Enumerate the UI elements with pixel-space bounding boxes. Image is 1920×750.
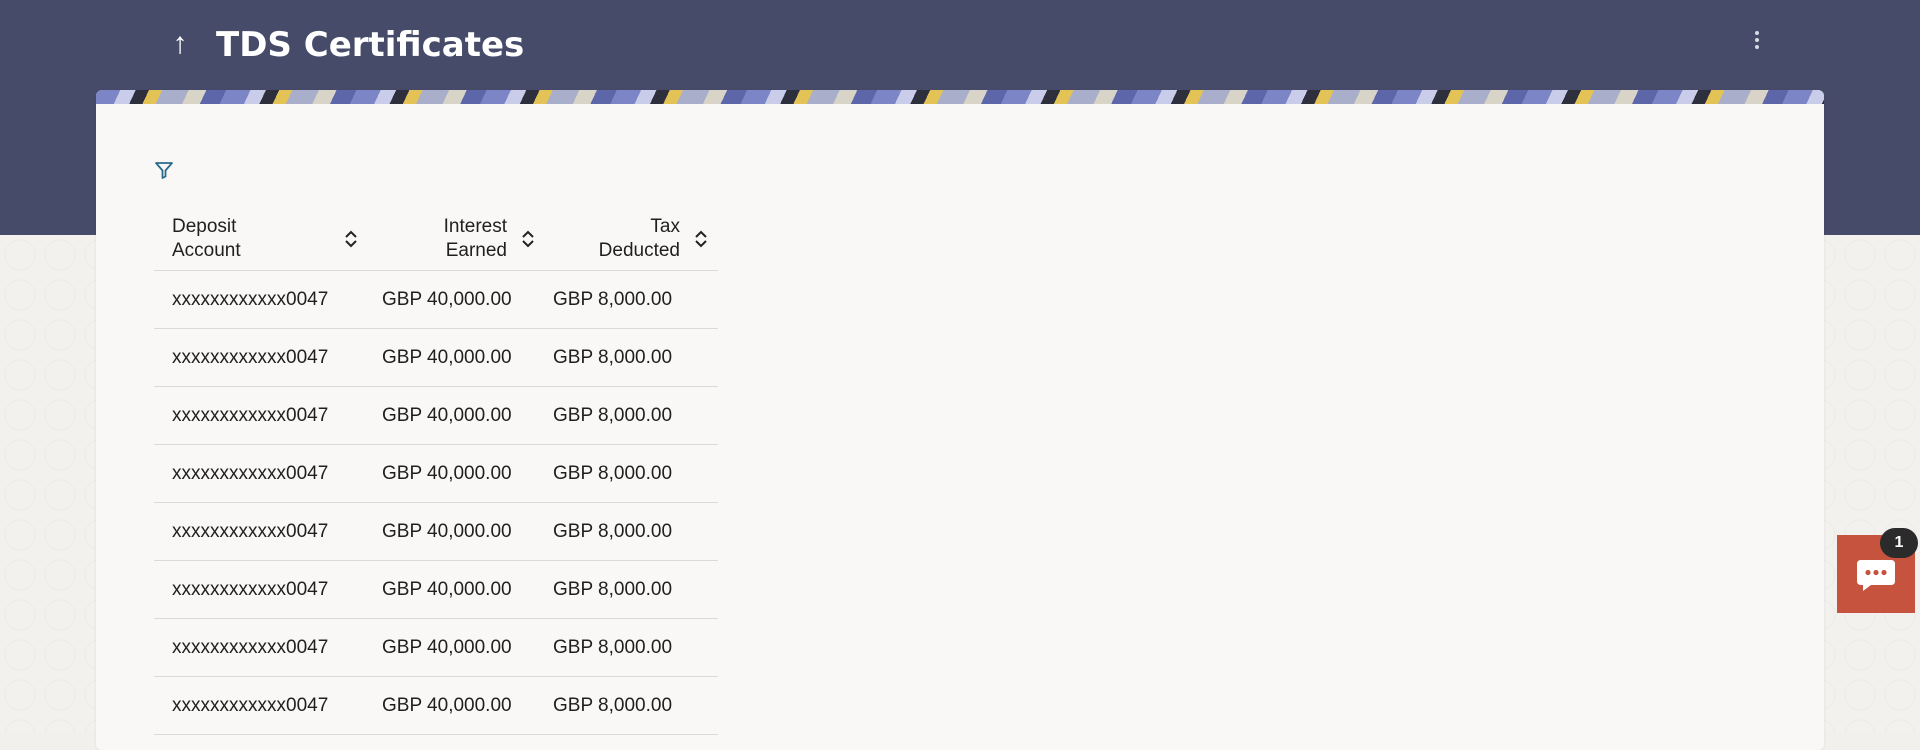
filter-icon[interactable] — [154, 160, 174, 180]
sort-icon[interactable] — [521, 229, 535, 249]
cell-tax-deducted: GBP 8,000.00 — [553, 270, 718, 329]
table-row[interactable]: xxxxxxxxxxxx0047 GBP 40,000.00 GBP 8,000… — [154, 618, 718, 677]
cell-interest-earned: GBP 40,000.00 — [382, 328, 553, 387]
table-row[interactable]: xxxxxxxxxxxx0047 GBP 40,000.00 GBP 8,000… — [154, 444, 718, 503]
kebab-menu-icon[interactable] — [1746, 28, 1768, 58]
cell-interest-earned: GBP 40,000.00 — [382, 386, 553, 445]
cell-deposit-account: xxxxxxxxxxxx0047 — [154, 560, 382, 619]
notification-badge: 1 — [1880, 528, 1918, 558]
cell-tax-deducted: GBP 8,000.00 — [553, 328, 718, 387]
header-label-line2: Earned — [445, 240, 507, 261]
cell-deposit-account: xxxxxxxxxxxx0047 — [154, 444, 382, 503]
table-header-row: Deposit Account Interest Earned Tax Dedu… — [154, 208, 718, 271]
table-row[interactable]: xxxxxxxxxxxx0047 GBP 40,000.00 GBP 8,000… — [154, 328, 718, 387]
cell-tax-deducted: GBP 8,000.00 — [553, 618, 718, 677]
table-row[interactable]: xxxxxxxxxxxx0047 GBP 40,000.00 GBP 8,000… — [154, 502, 718, 561]
header-label-line1: Interest — [443, 216, 507, 237]
content-card: Deposit Account Interest Earned Tax Dedu… — [96, 90, 1824, 750]
table-row[interactable]: xxxxxxxxxxxx0047 GBP 40,000.00 GBP 8,000… — [154, 386, 718, 445]
column-header-interest-earned[interactable]: Interest Earned — [382, 208, 553, 271]
cell-deposit-account: xxxxxxxxxxxx0047 — [154, 676, 382, 735]
cell-deposit-account: xxxxxxxxxxxx0047 — [154, 386, 382, 445]
header-label-line2: Account — [172, 240, 241, 261]
cell-tax-deducted: GBP 8,000.00 — [553, 386, 718, 445]
table-row[interactable]: xxxxxxxxxxxx0047 GBP 40,000.00 GBP 8,000… — [154, 270, 718, 329]
cell-tax-deducted: GBP 8,000.00 — [553, 444, 718, 503]
column-header-deposit-account[interactable]: Deposit Account — [154, 208, 382, 271]
cell-interest-earned: GBP 40,000.00 — [382, 270, 553, 329]
cell-interest-earned: GBP 40,000.00 — [382, 560, 553, 619]
cell-deposit-account: xxxxxxxxxxxx0047 — [154, 502, 382, 561]
table-row[interactable]: xxxxxxxxxxxx0047 GBP 40,000.00 GBP 8,000… — [154, 560, 718, 619]
back-arrow-icon[interactable]: ↑ — [163, 24, 197, 64]
sort-icon[interactable] — [694, 229, 708, 249]
cell-tax-deducted: GBP 8,000.00 — [553, 502, 718, 561]
cell-interest-earned: GBP 40,000.00 — [382, 618, 553, 677]
column-header-tax-deducted[interactable]: Tax Deducted — [553, 208, 718, 271]
tds-table: Deposit Account Interest Earned Tax Dedu… — [154, 208, 718, 735]
sort-icon[interactable] — [344, 229, 358, 249]
cell-interest-earned: GBP 40,000.00 — [382, 676, 553, 735]
cell-deposit-account: xxxxxxxxxxxx0047 — [154, 328, 382, 387]
cell-tax-deducted: GBP 8,000.00 — [553, 560, 718, 619]
card-banner — [96, 90, 1824, 104]
cell-deposit-account: xxxxxxxxxxxx0047 — [154, 270, 382, 329]
cell-interest-earned: GBP 40,000.00 — [382, 444, 553, 503]
cell-interest-earned: GBP 40,000.00 — [382, 502, 553, 561]
header-label-line1: Tax — [650, 216, 680, 237]
cell-deposit-account: xxxxxxxxxxxx0047 — [154, 618, 382, 677]
header-label-line2: Deducted — [598, 240, 680, 261]
page-title: TDS Certificates — [216, 25, 525, 65]
table-row[interactable]: xxxxxxxxxxxx0047 GBP 40,000.00 GBP 8,000… — [154, 676, 718, 735]
header-label-line1: Deposit — [172, 216, 237, 237]
cell-tax-deducted: GBP 8,000.00 — [553, 676, 718, 735]
